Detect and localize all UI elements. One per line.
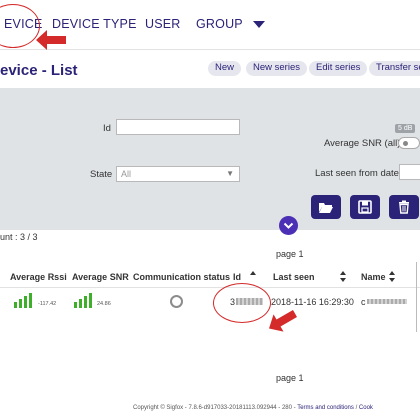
state-filter-select[interactable]: All ▼: [116, 166, 240, 182]
column-average-rssi[interactable]: Average Rssi: [10, 272, 67, 282]
collapse-filters-button[interactable]: [279, 216, 298, 235]
state-filter-label: State: [90, 169, 113, 180]
nav-group[interactable]: GROUP: [196, 17, 243, 31]
snr-value-badge: 5 dB: [395, 124, 416, 133]
table-scrollbar[interactable]: [416, 262, 417, 332]
id-filter-input[interactable]: [116, 119, 240, 135]
last-seen-date-input[interactable]: [399, 164, 420, 180]
pagination-top[interactable]: page 1: [276, 249, 304, 259]
new-series-button[interactable]: New series: [246, 61, 307, 76]
column-communication-status[interactable]: Communication status: [133, 272, 230, 282]
nav-more-dropdown-icon[interactable]: [253, 21, 265, 28]
chevron-down-icon: [283, 222, 294, 229]
redacted-name: [367, 299, 407, 304]
average-rssi-value: -117.42: [38, 301, 57, 307]
sort-ascending-icon[interactable]: [389, 271, 395, 275]
sort-descending-icon[interactable]: [389, 278, 395, 282]
table-divider: [0, 287, 420, 288]
sort-ascending-icon[interactable]: [340, 271, 346, 275]
result-count: unt : 3 / 3: [0, 232, 38, 242]
footer: Copyright © Sigfox - 7.8.6-d917033-20181…: [133, 405, 373, 411]
clear-filter-button[interactable]: [389, 195, 419, 219]
save-icon: [358, 200, 372, 214]
trash-icon: [399, 200, 409, 214]
slider-knob[interactable]: [403, 141, 408, 146]
annotation-arrow-icon: [269, 310, 297, 332]
cookies-link[interactable]: Cook: [359, 405, 373, 411]
average-snr-value: 24.86: [97, 301, 111, 307]
folder-open-icon: [319, 203, 333, 213]
column-average-snr[interactable]: Average SNR: [72, 272, 129, 282]
terms-link[interactable]: Terms and conditions: [297, 405, 354, 411]
column-name[interactable]: Name: [361, 272, 386, 282]
device-name-value[interactable]: c: [361, 297, 366, 307]
pagination-bottom[interactable]: page 1: [276, 373, 304, 383]
annotation-circle-id: [213, 283, 271, 323]
snr-slider[interactable]: [398, 137, 420, 149]
transfer-series-button[interactable]: Transfer se: [369, 61, 420, 76]
chevron-down-icon: ▼: [226, 169, 234, 178]
id-filter-label: Id: [103, 123, 111, 134]
load-filter-button[interactable]: [311, 195, 341, 219]
snr-filter-label: Average SNR (all): [324, 138, 401, 149]
copyright-text: Copyright © Sigfox - 7.8.6-d917033-20181…: [133, 405, 298, 411]
signal-strength-icon: [14, 293, 32, 308]
communication-status-icon: [170, 295, 183, 308]
page-title: evice - List: [0, 62, 78, 79]
sort-descending-icon[interactable]: [340, 278, 346, 282]
snr-strength-icon: [74, 293, 92, 308]
sort-ascending-icon[interactable]: [250, 271, 256, 275]
last-seen-label: Last seen from date: [315, 168, 399, 179]
last-seen-value: 2018-11-16 16:29:30: [271, 297, 354, 307]
new-button[interactable]: New: [208, 61, 242, 76]
column-id[interactable]: Id: [233, 272, 241, 282]
column-last-seen[interactable]: Last seen: [273, 272, 315, 282]
state-filter-value: All: [121, 169, 132, 179]
save-filter-button[interactable]: [350, 195, 380, 219]
annotation-arrow-icon: [36, 30, 66, 50]
edit-series-button[interactable]: Edit series: [309, 61, 368, 76]
nav-user[interactable]: USER: [145, 17, 181, 31]
